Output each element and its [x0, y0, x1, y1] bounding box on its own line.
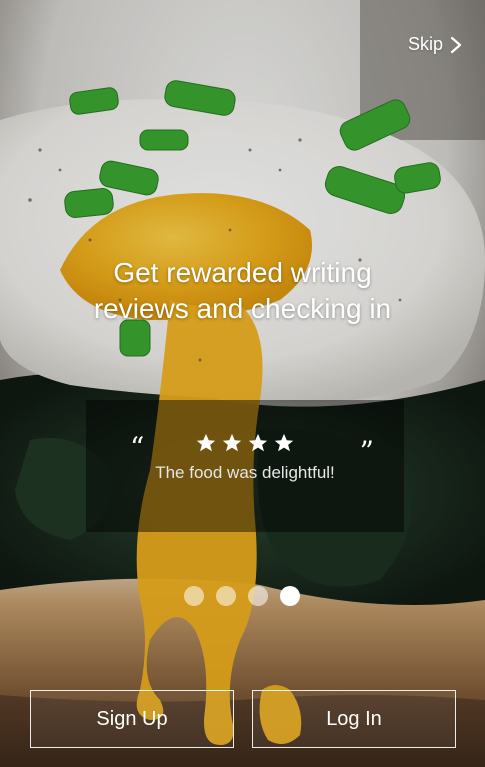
food-photo-illustration: [0, 0, 485, 767]
review-text: The food was delightful!: [155, 463, 335, 482]
background-food-photo: [0, 0, 485, 767]
skip-button[interactable]: Skip: [408, 34, 463, 55]
chevron-right-icon: [450, 36, 462, 53]
review-card: “ ” The food was delightful!: [86, 400, 404, 532]
star-icon: [248, 433, 268, 452]
page-indicator: [184, 586, 300, 606]
page-dot-1[interactable]: [184, 586, 204, 606]
sign-up-button[interactable]: Sign Up: [30, 690, 234, 748]
log-in-button[interactable]: Log In: [252, 690, 456, 748]
page-dot-2[interactable]: [216, 586, 236, 606]
onboarding-screen: Skip Get rewarded writing reviews and ch…: [0, 0, 485, 767]
onboarding-headline: Get rewarded writing reviews and checkin…: [40, 255, 445, 327]
skip-label: Skip: [407, 34, 443, 54]
quote-close-icon: ”: [359, 435, 374, 468]
page-dot-3[interactable]: [248, 586, 268, 606]
page-dot-4[interactable]: [280, 586, 300, 606]
star-icon: [196, 433, 216, 452]
star-icon: [274, 433, 294, 452]
headline-line-2: reviews and checking in: [93, 293, 392, 324]
star-icon: [222, 433, 242, 452]
headline-line-1: Get rewarded writing: [113, 257, 372, 288]
star-rating: [86, 432, 404, 454]
